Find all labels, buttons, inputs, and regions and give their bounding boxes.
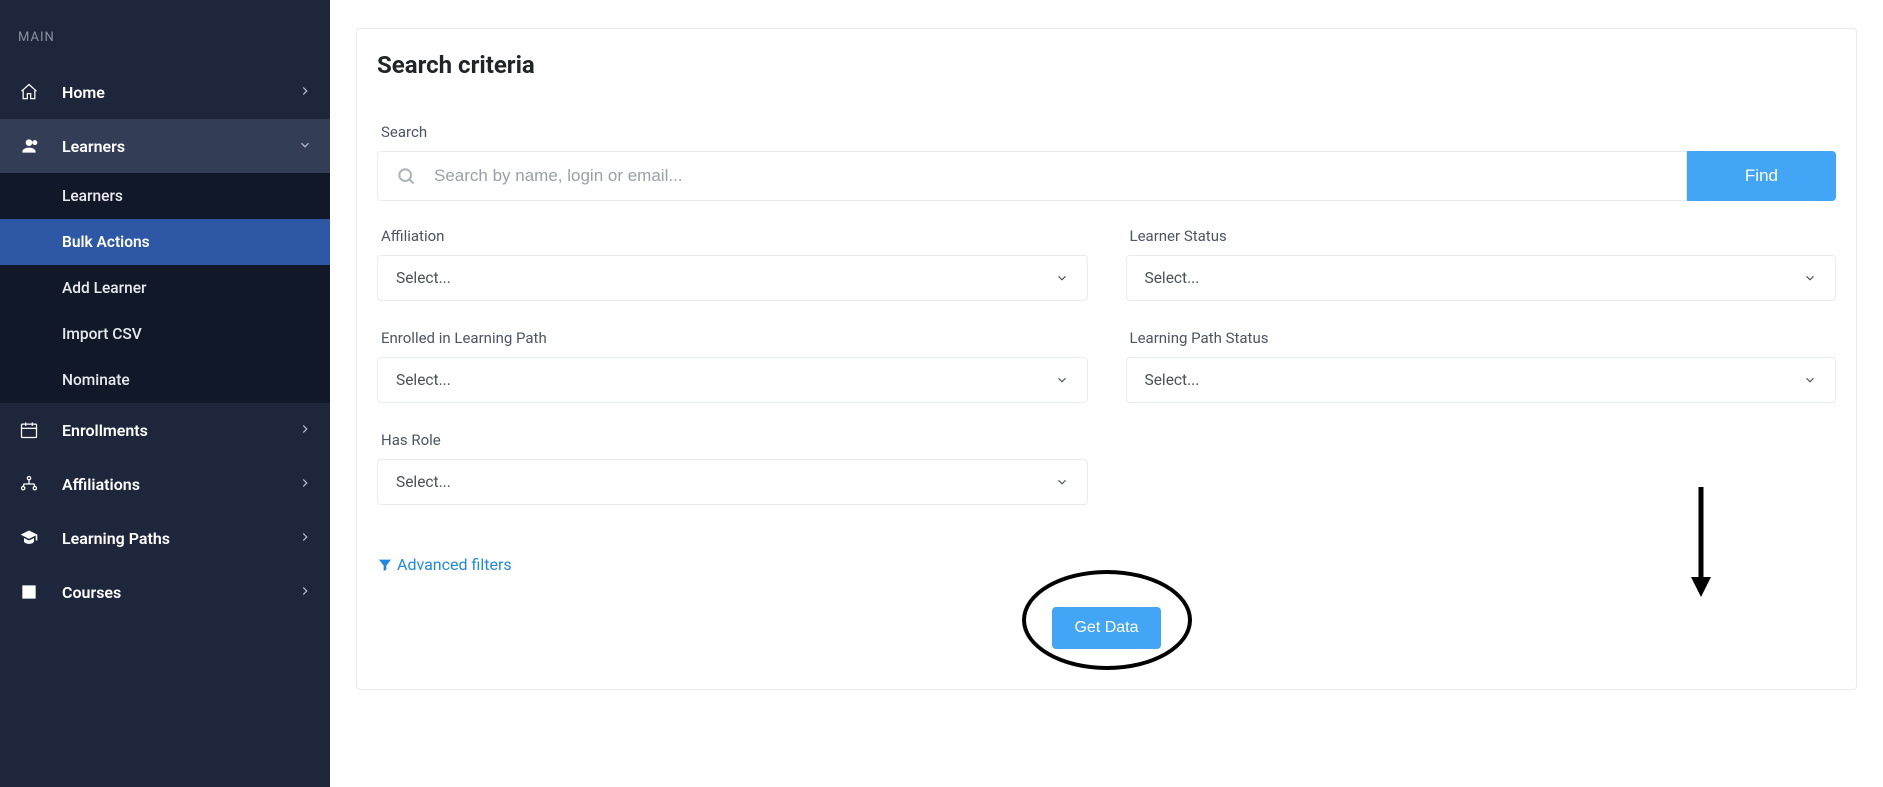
select-value: Select... xyxy=(396,269,451,287)
search-icon xyxy=(396,166,416,186)
has-role-label: Has Role xyxy=(377,431,1088,449)
chevron-down-icon xyxy=(1803,271,1817,285)
enrolled-lp-label: Enrolled in Learning Path xyxy=(377,329,1088,347)
calendar-icon xyxy=(18,419,40,441)
sidebar-item-label: Enrollments xyxy=(62,421,148,440)
select-value: Select... xyxy=(1145,269,1200,287)
book-icon xyxy=(18,581,40,603)
chevron-down-icon xyxy=(298,137,312,156)
search-field-wrap[interactable] xyxy=(377,151,1687,201)
home-icon xyxy=(18,81,40,103)
advanced-filters-label: Advanced filters xyxy=(397,555,512,574)
subnav-learners[interactable]: Learners xyxy=(0,173,330,219)
sidebar-item-learning-paths[interactable]: Learning Paths xyxy=(0,511,330,565)
sidebar-item-label: Learning Paths xyxy=(62,529,170,548)
learner-status-select[interactable]: Select... xyxy=(1126,255,1837,301)
sidebar: MAIN Home Learners Learners Bulk Actions… xyxy=(0,0,330,787)
chevron-right-icon xyxy=(298,83,312,102)
lp-status-select[interactable]: Select... xyxy=(1126,357,1837,403)
enrolled-lp-select[interactable]: Select... xyxy=(377,357,1088,403)
has-role-select[interactable]: Select... xyxy=(377,459,1088,505)
chevron-down-icon xyxy=(1055,373,1069,387)
chevron-down-icon xyxy=(1803,373,1817,387)
sidebar-item-home[interactable]: Home xyxy=(0,65,330,119)
grad-cap-icon xyxy=(18,527,40,549)
select-value: Select... xyxy=(396,473,451,491)
subnav-nominate[interactable]: Nominate xyxy=(0,357,330,403)
chevron-down-icon xyxy=(1055,271,1069,285)
sidebar-item-label: Home xyxy=(62,83,105,102)
org-icon xyxy=(18,473,40,495)
subnav-add-learner[interactable]: Add Learner xyxy=(0,265,330,311)
sidebar-subnav-learners: Learners Bulk Actions Add Learner Import… xyxy=(0,173,330,403)
chevron-right-icon xyxy=(298,475,312,494)
page-title: Search criteria xyxy=(357,39,1856,107)
sidebar-item-affiliations[interactable]: Affiliations xyxy=(0,457,330,511)
lp-status-label: Learning Path Status xyxy=(1126,329,1837,347)
find-button[interactable]: Find xyxy=(1687,151,1836,201)
subnav-bulk-actions[interactable]: Bulk Actions xyxy=(0,219,330,265)
users-icon xyxy=(18,135,40,157)
select-value: Select... xyxy=(1145,371,1200,389)
sidebar-item-label: Affiliations xyxy=(62,475,140,494)
get-data-button[interactable]: Get Data xyxy=(1052,607,1160,649)
affiliation-label: Affiliation xyxy=(377,227,1088,245)
sidebar-item-enrollments[interactable]: Enrollments xyxy=(0,403,330,457)
chevron-right-icon xyxy=(298,529,312,548)
filter-icon xyxy=(377,557,393,573)
sidebar-item-label: Learners xyxy=(62,137,125,156)
search-input[interactable] xyxy=(434,166,1668,186)
affiliation-select[interactable]: Select... xyxy=(377,255,1088,301)
search-label: Search xyxy=(377,123,1836,141)
sidebar-section-label: MAIN xyxy=(0,20,330,65)
subnav-import-csv[interactable]: Import CSV xyxy=(0,311,330,357)
search-card: Search criteria Search Find Affiliation xyxy=(356,28,1857,690)
chevron-right-icon xyxy=(298,583,312,602)
sidebar-item-label: Courses xyxy=(62,583,121,602)
chevron-right-icon xyxy=(298,421,312,440)
advanced-filters-link[interactable]: Advanced filters xyxy=(377,555,512,574)
select-value: Select... xyxy=(396,371,451,389)
main-content: Search criteria Search Find Affiliation xyxy=(330,0,1883,787)
learner-status-label: Learner Status xyxy=(1126,227,1837,245)
sidebar-item-learners[interactable]: Learners xyxy=(0,119,330,173)
chevron-down-icon xyxy=(1055,475,1069,489)
sidebar-item-courses[interactable]: Courses xyxy=(0,565,330,619)
